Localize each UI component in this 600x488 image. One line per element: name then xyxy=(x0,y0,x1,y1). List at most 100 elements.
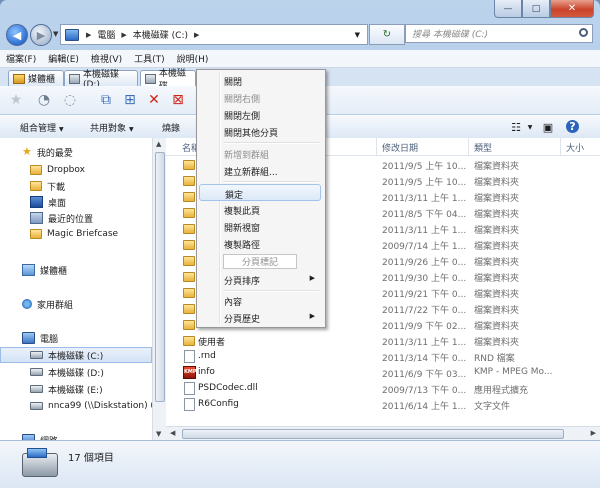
forward-button[interactable]: ▶ xyxy=(30,24,52,46)
share-button[interactable]: 共用對象 ▼ xyxy=(90,121,134,134)
nav-computer[interactable]: 電腦 xyxy=(0,330,152,346)
menu-item-label: 鎖定 xyxy=(225,191,244,201)
column-modified[interactable]: 修改日期 xyxy=(382,141,418,154)
menu-tools[interactable]: 工具(T) xyxy=(128,52,171,65)
menu-edit[interactable]: 編輯(E) xyxy=(42,52,85,65)
column-size[interactable]: 大小 xyxy=(566,141,584,154)
scroll-left-icon[interactable]: ◀ xyxy=(170,429,175,437)
search-icon[interactable] xyxy=(579,28,588,37)
menu-item-properties[interactable]: 內容 xyxy=(199,292,321,309)
file-date: 2011/8/5 下午 04... xyxy=(382,210,467,220)
address-separator[interactable]: ▶ xyxy=(121,31,126,39)
nav-desktop[interactable]: 桌面 xyxy=(0,194,152,210)
group-icon[interactable]: ◌ xyxy=(60,90,80,110)
menu-item-add-to-group[interactable]: 新增到群組 xyxy=(199,145,321,162)
menu-item-duplicate[interactable]: 複製此頁 xyxy=(199,201,321,218)
nav-drive-c[interactable]: 本機磁碟 (C:) xyxy=(0,347,152,363)
nav-homegroup[interactable]: 家用群組 xyxy=(0,296,152,312)
nav-drive-e[interactable]: 本機磁碟 (E:) xyxy=(0,381,152,397)
nav-libraries[interactable]: 媒體櫃 xyxy=(0,262,152,278)
file-row[interactable]: .rnd 2011/3/14 下午 0... RND 檔案 xyxy=(166,348,600,364)
nav-drive-d[interactable]: 本機磁碟 (D:) xyxy=(0,364,152,380)
close-button[interactable]: ✕ xyxy=(550,0,594,18)
menu-item-new-window[interactable]: 開新視窗 xyxy=(199,218,321,235)
menu-item-close-right[interactable]: 關閉右側 xyxy=(199,89,321,106)
column-type[interactable]: 類型 xyxy=(474,141,492,154)
preview-pane-icon[interactable]: ▣ xyxy=(540,119,556,135)
menu-item-copy-path[interactable]: 複製路徑 xyxy=(199,235,321,252)
scroll-up-icon[interactable]: ▲ xyxy=(156,140,161,148)
nav-scrollbar[interactable]: ▲ ▼ xyxy=(152,138,166,440)
address-history-dropdown[interactable]: ▼ xyxy=(355,31,360,39)
menu-view[interactable]: 檢視(V) xyxy=(85,52,128,65)
column-divider[interactable] xyxy=(468,138,469,155)
menu-item-tab-history[interactable]: 分頁歷史 ▶ xyxy=(199,309,321,326)
menu-item-close-others[interactable]: 關閉其他分頁 xyxy=(199,123,321,140)
nav-briefcase[interactable]: Magic Briefcase xyxy=(0,226,152,242)
recent-pages-dropdown[interactable]: ▼ xyxy=(53,30,58,38)
nav-network-drive[interactable]: nnca99 (\\Diskstation) (Z: xyxy=(0,398,152,414)
scroll-right-icon[interactable]: ▶ xyxy=(591,429,596,437)
scrollbar-thumb[interactable] xyxy=(155,152,165,402)
column-divider[interactable] xyxy=(560,138,561,155)
menu-item-lock[interactable]: 鎖定 xyxy=(199,184,321,201)
nav-downloads[interactable]: 下載 xyxy=(0,178,152,194)
close-other-tabs-icon[interactable]: ⊠ xyxy=(168,90,188,110)
search-input[interactable]: 搜尋 本機磁碟 (C:) xyxy=(405,24,593,43)
menu-item-close-left[interactable]: 關閉左側 xyxy=(199,106,321,123)
menu-item-sort-tabs[interactable]: 分頁排序 ▶ xyxy=(199,271,321,288)
file-date: 2011/9/30 上午 0... xyxy=(382,274,467,284)
nav-dropbox[interactable]: Dropbox xyxy=(0,162,152,178)
address-separator[interactable]: ▶ xyxy=(194,31,199,39)
menu-item-close[interactable]: 關閉 xyxy=(199,72,321,89)
file-row[interactable]: 使用者 2011/3/11 上午 1... 檔案資料夾 xyxy=(166,332,600,348)
menu-item-label: 關閉 xyxy=(224,78,243,88)
organize-button[interactable]: 組合管理 ▼ xyxy=(20,121,64,134)
file-row[interactable]: KMP info 2011/6/9 下午 03... KMP - MPEG Mo... xyxy=(166,364,600,380)
history-icon[interactable]: ◔ xyxy=(34,90,54,110)
file-row[interactable]: R6Config 2011/6/14 上午 1... 文字文件 xyxy=(166,396,600,412)
nav-network[interactable]: 網路 xyxy=(0,432,152,440)
explorer-window: — □ ✕ ◀ ▶ ▼ ▶ 電腦 ▶ 本機磁碟 (C:) ▶ ▼ ↻ 搜尋 本機… xyxy=(0,0,600,488)
back-button[interactable]: ◀ xyxy=(6,24,28,46)
favorite-star-icon[interactable]: ★ xyxy=(6,90,26,110)
refresh-button[interactable]: ↻ xyxy=(369,24,405,45)
scrollbar-thumb[interactable] xyxy=(182,429,564,439)
view-dropdown-icon[interactable]: ▼ xyxy=(522,119,538,135)
file-date: 2011/9/21 下午 0... xyxy=(382,290,467,300)
file-type: 應用程式擴充 xyxy=(474,386,529,396)
tab-libraries[interactable]: 媒體櫃 xyxy=(8,70,64,86)
nav-label: Dropbox xyxy=(47,165,85,175)
split-view-icon[interactable]: ⊞ xyxy=(120,90,140,110)
nav-favorites[interactable]: ★ 我的最愛 xyxy=(0,144,152,160)
address-segment-drive[interactable]: 本機磁碟 (C:) xyxy=(133,28,188,41)
menu-help[interactable]: 說明(H) xyxy=(171,52,215,65)
address-separator[interactable]: ▶ xyxy=(86,31,91,39)
address-bar[interactable]: ▶ 電腦 ▶ 本機磁碟 (C:) ▶ ▼ xyxy=(60,24,368,45)
copy-window-icon[interactable]: ⧉ xyxy=(96,90,116,110)
file-date: 2011/6/14 上午 1... xyxy=(382,402,467,412)
nav-recent[interactable]: 最近的位置 xyxy=(0,210,152,226)
file-date: 2011/3/11 上午 1... xyxy=(382,338,467,348)
file-type: 文字文件 xyxy=(474,402,511,412)
tab-drive-c[interactable]: 本機磁碟 xyxy=(140,69,196,92)
scroll-down-icon[interactable]: ▼ xyxy=(156,430,161,438)
help-icon[interactable]: ? xyxy=(566,120,579,133)
file-date: 2011/3/14 下午 0... xyxy=(382,354,467,364)
close-tab-icon[interactable]: ✕ xyxy=(144,90,164,110)
menu-file[interactable]: 檔案(F) xyxy=(0,52,42,65)
burn-button[interactable]: 燒錄 xyxy=(162,121,180,134)
maximize-button[interactable]: □ xyxy=(522,0,550,18)
file-type: 檔案資料夾 xyxy=(474,290,520,300)
file-type: 檔案資料夾 xyxy=(474,322,520,332)
column-divider[interactable] xyxy=(376,138,377,155)
horizontal-scrollbar[interactable]: ◀ ▶ xyxy=(166,426,600,440)
file-row[interactable]: PSDCodec.dll 2009/7/13 下午 0... 應用程式擴充 xyxy=(166,380,600,396)
tab-drive-d[interactable]: 本機磁碟 (D:) xyxy=(64,70,138,90)
address-segment-computer[interactable]: 電腦 xyxy=(97,28,115,41)
minimize-button[interactable]: — xyxy=(494,0,522,18)
library-icon xyxy=(22,264,35,276)
file-icon xyxy=(184,398,195,411)
tab-note-input[interactable]: 分頁標記 xyxy=(223,254,297,269)
menu-item-create-group[interactable]: 建立新群組... xyxy=(199,162,321,179)
